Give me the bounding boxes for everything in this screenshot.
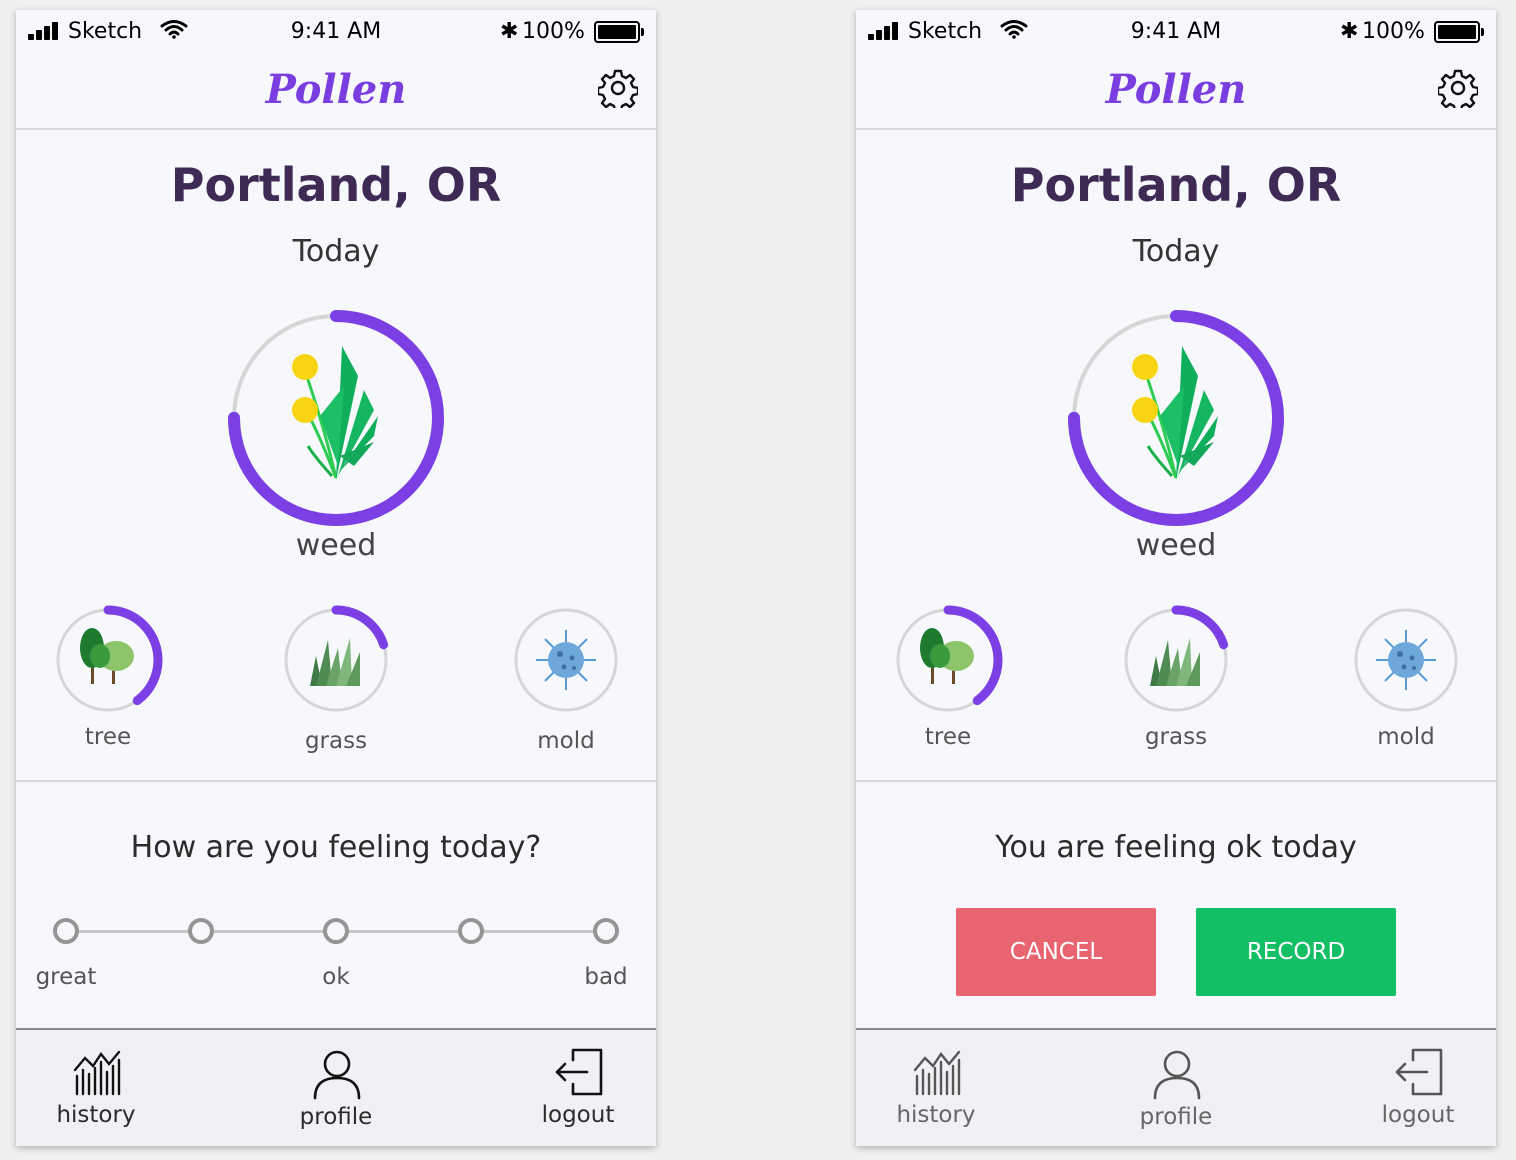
tab-profile-label: profile bbox=[299, 1104, 373, 1130]
feeling-question: How are you feeling today? bbox=[130, 830, 542, 865]
tab-profile-label: profile bbox=[1139, 1104, 1213, 1130]
tree-label: tree bbox=[924, 724, 972, 750]
day-label: Today bbox=[1132, 234, 1220, 269]
city-title: Portland, OR bbox=[170, 158, 502, 212]
grass-level-ring[interactable] bbox=[276, 600, 396, 720]
mold-label: mold bbox=[1377, 724, 1435, 750]
feeling-option-3[interactable] bbox=[323, 918, 349, 944]
city-title: Portland, OR bbox=[1010, 158, 1342, 212]
profile-user-icon bbox=[313, 1050, 361, 1100]
logout-exit-icon bbox=[1395, 1048, 1443, 1096]
feeling-option-2[interactable] bbox=[188, 918, 214, 944]
dandelion-icon bbox=[1132, 346, 1218, 480]
grass-label: grass bbox=[1144, 724, 1208, 750]
tab-history[interactable]: history bbox=[16, 1030, 176, 1146]
tree-icon bbox=[920, 628, 974, 684]
bluetooth-icon: ✱ bbox=[1340, 19, 1359, 44]
mold-spore-icon bbox=[1376, 630, 1436, 690]
status-bar: Sketch 9:41 AM ✱ 100% bbox=[856, 10, 1496, 54]
feeling-option-4[interactable] bbox=[458, 918, 484, 944]
tree-level-ring[interactable] bbox=[48, 600, 168, 720]
dandelion-icon bbox=[292, 346, 378, 480]
scale-label-ok: ok bbox=[322, 964, 350, 990]
day-label: Today bbox=[292, 234, 380, 269]
grass-label: grass bbox=[304, 728, 368, 754]
tab-logout[interactable]: logout bbox=[498, 1030, 656, 1146]
tab-history[interactable]: history bbox=[856, 1030, 1016, 1146]
weed-level-ring[interactable] bbox=[224, 306, 448, 530]
record-button[interactable]: RECORD bbox=[1196, 908, 1396, 996]
mold-level-ring[interactable] bbox=[1346, 600, 1466, 720]
feeling-option-1[interactable] bbox=[53, 918, 79, 944]
scale-label-great: great bbox=[35, 964, 97, 990]
tree-icon bbox=[80, 628, 134, 684]
history-chart-icon bbox=[913, 1050, 961, 1096]
mold-label: mold bbox=[537, 728, 595, 754]
primary-allergen-label: weed bbox=[1135, 528, 1217, 563]
battery-icon bbox=[1434, 21, 1484, 43]
mold-level-ring[interactable] bbox=[506, 600, 626, 720]
logout-exit-icon bbox=[555, 1048, 603, 1096]
phone-screen-feeling-prompt: Sketch 9:41 AM ✱ 100% Pollen Portland, O… bbox=[16, 10, 656, 1146]
settings-gear-icon[interactable] bbox=[598, 68, 638, 108]
bluetooth-icon: ✱ bbox=[500, 19, 519, 44]
tab-profile[interactable]: profile bbox=[256, 1030, 416, 1146]
tab-history-label: history bbox=[56, 1102, 136, 1128]
battery-percent: 100% bbox=[1362, 19, 1425, 44]
tab-logout[interactable]: logout bbox=[1338, 1030, 1496, 1146]
tab-history-label: history bbox=[896, 1102, 976, 1128]
scale-label-bad: bad bbox=[584, 964, 628, 990]
grass-level-ring[interactable] bbox=[1116, 600, 1236, 720]
nav-bar: Pollen bbox=[16, 54, 656, 130]
tab-bar: history profile logout bbox=[856, 1028, 1496, 1146]
weed-level-ring[interactable] bbox=[1064, 306, 1288, 530]
grass-icon bbox=[1150, 638, 1200, 686]
app-logo: Pollen bbox=[1105, 66, 1247, 113]
profile-user-icon bbox=[1153, 1050, 1201, 1100]
section-divider bbox=[856, 780, 1496, 782]
tab-profile[interactable]: profile bbox=[1096, 1030, 1256, 1146]
tab-bar: history profile logout bbox=[16, 1028, 656, 1146]
feeling-option-5[interactable] bbox=[593, 918, 619, 944]
section-divider bbox=[16, 780, 656, 782]
app-logo: Pollen bbox=[265, 66, 407, 113]
tree-level-ring[interactable] bbox=[888, 600, 1008, 720]
feeling-confirm-message: You are feeling ok today bbox=[995, 830, 1357, 865]
tab-logout-label: logout bbox=[541, 1102, 615, 1128]
battery-percent: 100% bbox=[522, 19, 585, 44]
mold-spore-icon bbox=[536, 630, 596, 690]
primary-allergen-label: weed bbox=[295, 528, 377, 563]
settings-gear-icon[interactable] bbox=[1438, 68, 1478, 108]
cancel-button[interactable]: CANCEL bbox=[956, 908, 1156, 996]
phone-screen-feeling-confirm: Sketch 9:41 AM ✱ 100% Pollen Portland, O… bbox=[856, 10, 1496, 1146]
status-bar: Sketch 9:41 AM ✱ 100% bbox=[16, 10, 656, 54]
nav-bar: Pollen bbox=[856, 54, 1496, 130]
tree-label: tree bbox=[84, 724, 132, 750]
grass-icon bbox=[310, 638, 360, 686]
history-chart-icon bbox=[73, 1050, 121, 1096]
tab-logout-label: logout bbox=[1381, 1102, 1455, 1128]
battery-icon bbox=[594, 21, 644, 43]
